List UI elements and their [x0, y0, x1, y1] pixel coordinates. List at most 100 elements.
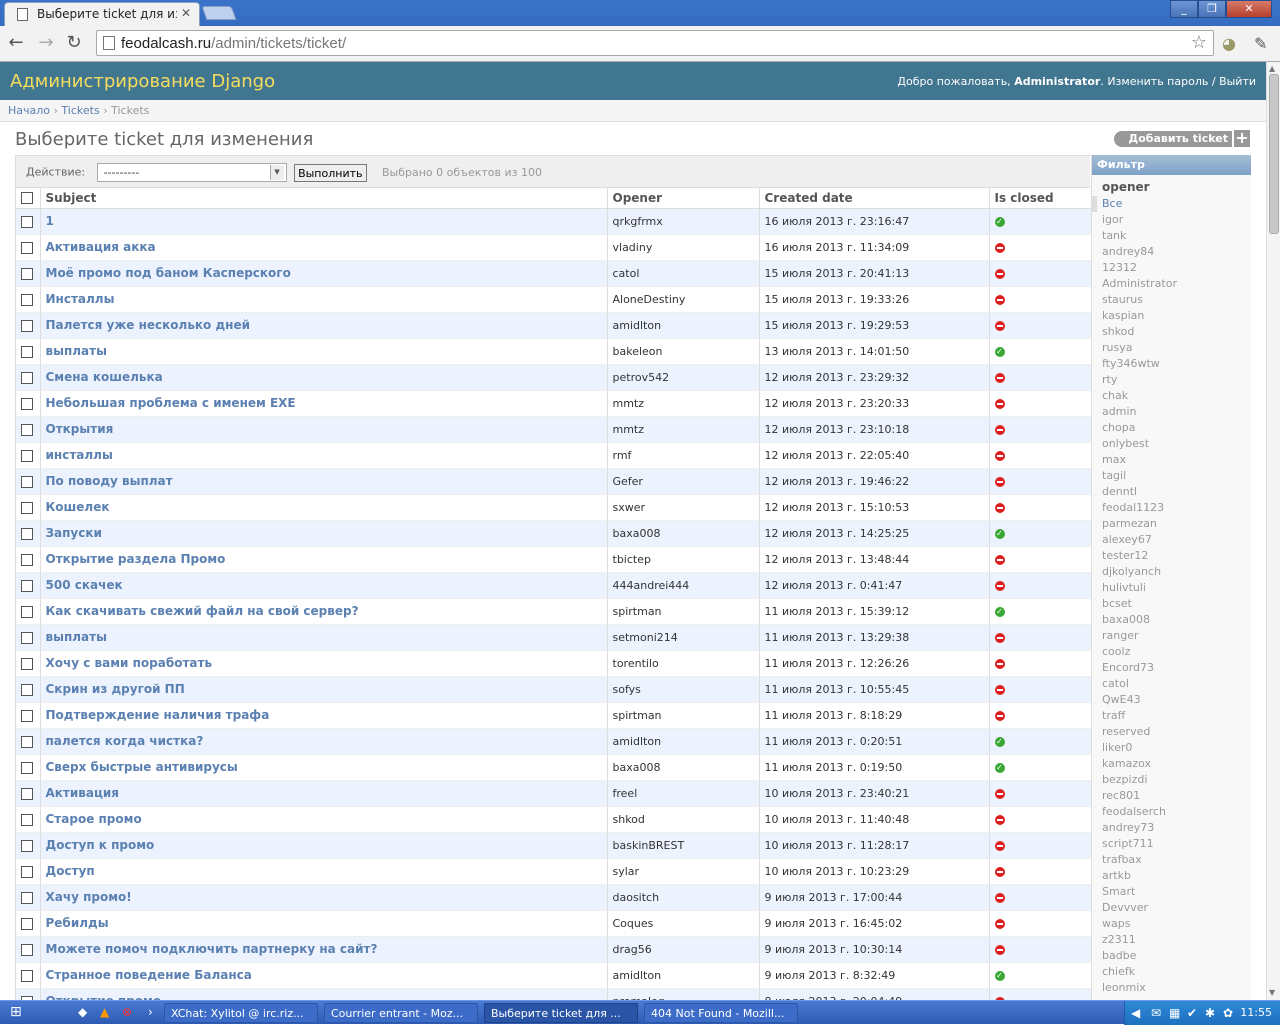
filter-item[interactable]: kaspian: [1102, 308, 1251, 324]
subject-link[interactable]: Подтверждение наличия трафа: [46, 708, 270, 722]
subject-link[interactable]: Палется уже несколько дней: [46, 318, 251, 332]
row-checkbox[interactable]: [21, 579, 33, 592]
filter-item[interactable]: chiefk: [1102, 964, 1251, 980]
row-checkbox[interactable]: [21, 241, 33, 254]
subject-link[interactable]: Можете помоч подключить партнерку на сай…: [46, 942, 378, 956]
row-checkbox[interactable]: [21, 735, 33, 748]
filter-item[interactable]: z2311: [1102, 932, 1251, 948]
subject-link[interactable]: Смена кошелька: [46, 370, 163, 384]
row-checkbox[interactable]: [21, 839, 33, 852]
row-checkbox[interactable]: [21, 605, 33, 618]
browser-tab-active[interactable]: Выберите ticket для измене ✕: [4, 2, 200, 26]
row-checkbox[interactable]: [21, 917, 33, 930]
subject-link[interactable]: Странное поведение Баланса: [46, 968, 252, 982]
row-checkbox[interactable]: [21, 553, 33, 566]
subject-link[interactable]: Скрин из другой ПП: [46, 682, 185, 696]
filter-item[interactable]: bcset: [1102, 596, 1251, 612]
filter-item[interactable]: kamazox: [1102, 756, 1251, 772]
filter-item[interactable]: parmezan: [1102, 516, 1251, 532]
filter-item[interactable]: catol: [1102, 676, 1251, 692]
tray-extra-icon[interactable]: ✿: [1223, 1006, 1233, 1020]
change-password-link[interactable]: Изменить пароль: [1107, 75, 1208, 88]
column-header-created-date[interactable]: Created date: [758, 188, 989, 209]
filter-item[interactable]: denntl: [1102, 484, 1251, 500]
filter-item[interactable]: QwE43: [1102, 692, 1251, 708]
filter-item[interactable]: admin: [1102, 404, 1251, 420]
taskbar-task-button[interactable]: Courrier entrant - Moz...: [324, 1003, 478, 1023]
filter-item[interactable]: djkolyanch: [1102, 564, 1251, 580]
subject-link[interactable]: Небольшая проблема с именем EXE: [46, 396, 296, 410]
filter-item[interactable]: rusya: [1102, 340, 1251, 356]
wrench-menu-icon[interactable]: ✎: [1254, 34, 1267, 53]
subject-link[interactable]: Инсталлы: [46, 292, 115, 306]
subject-link[interactable]: Открытие раздела Промо: [46, 552, 226, 566]
subject-link[interactable]: выплаты: [46, 344, 107, 358]
filter-item[interactable]: Smart: [1102, 884, 1251, 900]
tray-shield-icon[interactable]: ✔: [1187, 1006, 1197, 1020]
action-select[interactable]: --------- ▼: [96, 163, 287, 182]
subject-link[interactable]: Хочу с вами поработать: [46, 656, 213, 670]
row-checkbox[interactable]: [21, 683, 33, 696]
subject-link[interactable]: Активация: [46, 786, 120, 800]
row-checkbox[interactable]: [21, 761, 33, 774]
row-checkbox[interactable]: [21, 397, 33, 410]
filter-item[interactable]: rec801: [1102, 788, 1251, 804]
row-checkbox[interactable]: [21, 943, 33, 956]
filter-item[interactable]: feodal1123: [1102, 500, 1251, 516]
subject-link[interactable]: палется когда чистка?: [46, 734, 204, 748]
subject-link[interactable]: Сверх быстрые антивирусы: [46, 760, 238, 774]
subject-link[interactable]: Как скачивать свежий файл на свой сервер…: [46, 604, 359, 618]
filter-item[interactable]: rty: [1102, 372, 1251, 388]
filter-item[interactable]: Encord73: [1102, 660, 1251, 676]
row-checkbox[interactable]: [21, 319, 33, 332]
row-checkbox[interactable]: [21, 865, 33, 878]
filter-item[interactable]: fty346wtw: [1102, 356, 1251, 372]
row-checkbox[interactable]: [21, 345, 33, 358]
subject-link[interactable]: Хачу промо!: [46, 890, 132, 904]
filter-item[interactable]: Devvver: [1102, 900, 1251, 916]
subject-link[interactable]: Активация акка: [46, 240, 156, 254]
filter-item[interactable]: andrey84: [1102, 244, 1251, 260]
row-checkbox[interactable]: [21, 475, 33, 488]
row-checkbox[interactable]: [21, 293, 33, 306]
tray-mail-icon[interactable]: ✉: [1151, 1006, 1161, 1020]
filter-item[interactable]: tester12: [1102, 548, 1251, 564]
breadcrumb-home[interactable]: Начало: [8, 104, 50, 117]
new-tab-button[interactable]: [201, 6, 237, 20]
filter-item[interactable]: Administrator: [1102, 276, 1251, 292]
add-ticket-button[interactable]: Добавить ticket +: [1114, 130, 1250, 147]
row-checkbox[interactable]: [21, 501, 33, 514]
filter-item[interactable]: feodalserch: [1102, 804, 1251, 820]
subject-link[interactable]: Старое промо: [46, 812, 142, 826]
filter-item[interactable]: chak: [1102, 388, 1251, 404]
start-button[interactable]: ⊞: [0, 1001, 62, 1025]
filter-item[interactable]: tank: [1102, 228, 1251, 244]
filter-item[interactable]: leonmix: [1102, 980, 1251, 996]
filter-item[interactable]: max: [1102, 452, 1251, 468]
scrollbar-thumb[interactable]: [1269, 74, 1279, 234]
logout-link[interactable]: Выйти: [1219, 75, 1256, 88]
filter-item[interactable]: chopa: [1102, 420, 1251, 436]
subject-link[interactable]: Запуски: [46, 526, 102, 540]
forward-arrow-icon[interactable]: →: [34, 32, 58, 54]
reload-icon[interactable]: ↻: [62, 32, 86, 54]
address-bar[interactable]: feodalcash.ru/admin/tickets/ticket/ ☆: [96, 30, 1214, 56]
row-checkbox[interactable]: [21, 969, 33, 982]
tab-close-icon[interactable]: ✕: [181, 6, 191, 20]
filter-item[interactable]: shkod: [1102, 324, 1251, 340]
filter-item[interactable]: reserved: [1102, 724, 1251, 740]
column-header-is-closed[interactable]: Is closed: [988, 188, 1091, 209]
quicklaunch-more-icon[interactable]: ›: [148, 1005, 153, 1019]
tray-back-icon[interactable]: ◀: [1131, 1006, 1140, 1020]
subject-link[interactable]: Ребилды: [46, 916, 109, 930]
quicklaunch-app-icon[interactable]: ◆: [78, 1005, 87, 1019]
subject-link[interactable]: По поводу выплат: [46, 474, 173, 488]
select-all-checkbox[interactable]: [21, 192, 33, 205]
tray-network-icon[interactable]: ▦: [1169, 1006, 1180, 1020]
go-button[interactable]: Выполнить: [294, 163, 367, 182]
vlc-icon[interactable]: ▲: [100, 1005, 109, 1019]
filter-item[interactable]: igor: [1102, 212, 1251, 228]
row-checkbox[interactable]: [21, 813, 33, 826]
filter-item[interactable]: badbe: [1102, 948, 1251, 964]
subject-link[interactable]: Открытия: [46, 422, 114, 436]
